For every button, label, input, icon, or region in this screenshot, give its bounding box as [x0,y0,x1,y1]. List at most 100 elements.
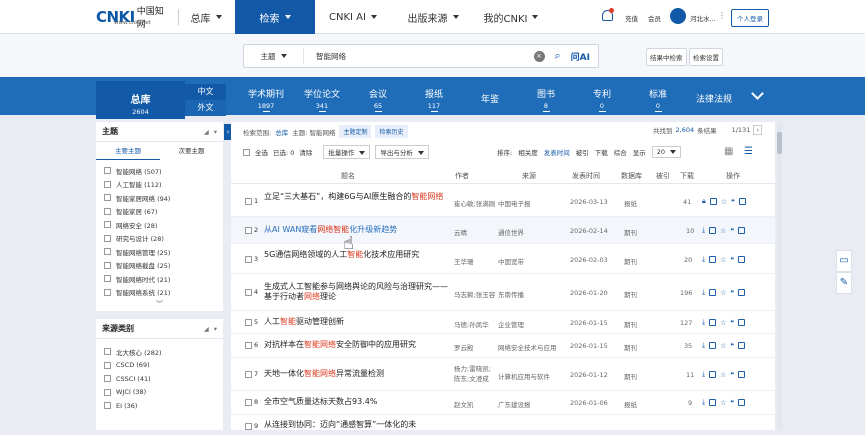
checkbox[interactable] [104,361,111,369]
category-patent[interactable]: 专利 0 [576,87,628,112]
checkbox[interactable] [104,402,111,410]
row-author[interactable]: 杨力;雷晓凯;陈东;文澄成 [454,364,496,384]
list-item[interactable]: 智能家居 (67) [96,205,223,219]
list-item[interactable]: 北大核心 (282) [96,345,223,359]
checkbox[interactable] [104,194,111,202]
star-icon[interactable]: ☆ [720,342,726,350]
quote-icon[interactable]: ❝ [730,227,734,235]
row-title-link[interactable]: 人工智能驱动管理创新 [264,317,454,327]
list-item[interactable]: WJCI (38) [96,386,223,400]
row-checkbox[interactable] [245,289,252,296]
row-title-link[interactable]: 全市空气质量达标天数占93.4% [264,397,454,407]
category-yearbook[interactable]: 年鉴 [464,92,516,107]
checkbox[interactable] [104,234,111,242]
search-field-select[interactable]: 主题 [244,48,304,64]
ai-icon[interactable] [738,198,746,205]
list-item[interactable]: 研究与设计 (28) [96,232,223,246]
list-view-icon[interactable]: ☰ [744,146,753,157]
org-name[interactable]: 河北水... [690,13,716,23]
sort-relevance[interactable]: 相关度 [518,147,538,157]
tab-sub-topic[interactable]: 次要主题 [160,142,223,160]
expand-more-icon[interactable]: ︾ [96,299,223,311]
checkbox[interactable] [104,375,111,383]
list-item[interactable]: EI (36) [96,399,223,413]
export-button[interactable]: 导出与分析 [375,145,429,159]
nav-zongku-dropdown[interactable]: 总库 [186,0,226,34]
search-settings-button[interactable]: 检索设置 [689,48,723,66]
row-title-link[interactable]: 从AI WAN窥看网络智能化升级新趋势 [264,225,454,235]
ai-icon[interactable] [738,256,746,263]
star-icon[interactable]: ☆ [721,198,727,206]
nav-cnki-ai[interactable]: CNKI AI [318,0,388,34]
sort-overall[interactable]: 综合 [614,147,627,157]
list-item[interactable]: 智能网络 (507) [96,164,223,178]
read-icon[interactable] [709,342,717,349]
clear-button[interactable]: 清除 [299,147,312,157]
ai-icon[interactable] [738,289,746,296]
category-law[interactable]: 法律法规 [688,92,740,107]
select-all-checkbox[interactable] [243,148,250,156]
row-checkbox[interactable] [245,227,252,234]
category-conference[interactable]: 会议 65 [352,87,404,112]
read-icon[interactable] [709,227,717,234]
checkbox[interactable] [104,221,111,229]
list-item[interactable]: 人工智能 (112) [96,178,223,192]
grid-view-icon[interactable]: ▦ [724,146,733,157]
quote-icon[interactable]: ❝ [730,371,734,379]
row-source[interactable]: 通信世界 [498,227,524,237]
row-author[interactable]: 罗云殿 [454,342,474,352]
ask-ai-button[interactable]: 问AI [571,50,590,63]
collapse-icon[interactable]: ▾ [214,128,217,136]
row-title-link[interactable]: 立足“三大基石”，构建6G与AI原生融合的智能网络 [264,192,454,202]
row-source[interactable]: 网络安全技术与应用 [498,342,557,352]
checkbox[interactable] [104,388,111,396]
quote-icon[interactable]: ❝ [730,342,734,350]
lang-chinese[interactable]: 中文 [185,84,226,100]
checkbox[interactable] [104,288,111,296]
scrollbar-thumb[interactable] [777,132,782,154]
nav-search[interactable]: 检索 [235,0,315,34]
row-title-link[interactable]: 对抗样本在智能网络安全防御中的应用研究 [264,340,454,350]
ai-icon[interactable] [738,399,746,406]
read-icon[interactable] [709,319,717,326]
more-dots-icon[interactable]: ⋮ [718,11,726,20]
search-input[interactable]: 智能网络 [316,51,534,62]
row-title-link[interactable]: 生成式人工智能参与网络舆论的风险与治理研究——基于行动者网络理论 [264,282,454,302]
list-item[interactable]: 网络安全 (28) [96,218,223,232]
row-source[interactable]: 东南传播 [498,289,524,299]
category-standard[interactable]: 标准 0 [632,87,684,112]
row-title-link[interactable]: 天地一体化智能网络异常流量检测 [264,369,454,379]
cnki-logo[interactable]: CNKI 中国知网 www.cnki.net [96,6,168,30]
sort-cited[interactable]: 被引 [576,147,589,157]
ai-icon[interactable] [738,371,746,378]
scope-value[interactable]: 总库 [275,127,288,137]
row-source[interactable]: 计算机应用与软件 [498,371,550,381]
nav-my-cnki[interactable]: 我的CNKI [476,0,546,34]
row-checkbox[interactable] [245,371,252,378]
read-icon[interactable] [709,399,717,406]
lang-foreign[interactable]: 外文 [185,100,226,116]
chat-icon[interactable]: ▭ [836,250,852,272]
category-book[interactable]: 图书 8 [520,87,572,112]
download-icon[interactable]: ⤓ [702,288,705,297]
member-link[interactable]: 会员 [648,13,661,23]
checkbox[interactable] [104,248,111,256]
row-source[interactable]: 中国电子报 [498,198,531,208]
row-checkbox[interactable] [245,319,252,326]
row-source[interactable]: 广东建设报 [498,399,531,409]
row-checkbox[interactable] [245,399,252,406]
list-item[interactable]: 智能网络截盘 (25) [96,259,223,273]
ai-icon[interactable] [738,227,746,234]
collapse-icon[interactable]: ▾ [214,325,217,333]
clear-icon[interactable]: × [533,50,545,62]
row-title-link[interactable]: 从连接到协同：迈向“通感智算”一体化的未 [264,420,454,430]
quote-icon[interactable]: ❝ [730,289,734,297]
star-icon[interactable]: ☆ [720,289,726,297]
list-item[interactable]: CSCD (69) [96,359,223,373]
row-checkbox[interactable] [245,256,252,263]
read-icon[interactable] [709,198,717,205]
ai-icon[interactable] [738,319,746,326]
row-author[interactable]: 马德;孙凤华 [454,319,489,329]
download-icon[interactable]: ⤓ [702,370,705,379]
search-history-button[interactable]: 检索历史 [375,125,408,138]
